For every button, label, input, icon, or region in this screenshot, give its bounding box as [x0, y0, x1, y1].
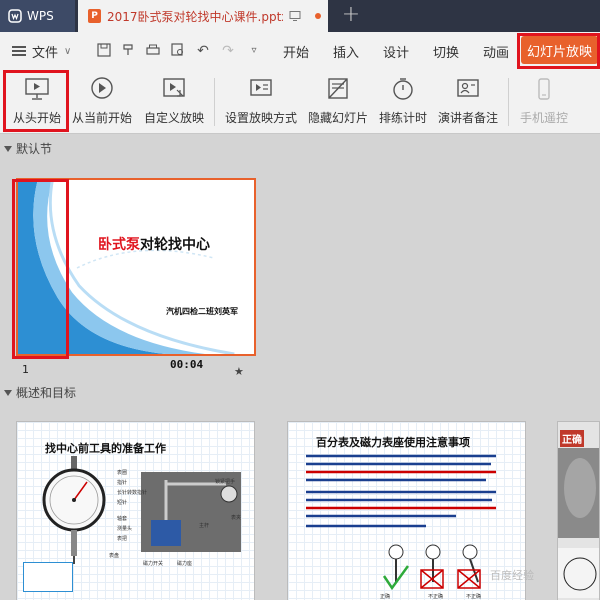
redo-icon[interactable]: ↷	[220, 43, 236, 59]
wps-logo-icon	[8, 9, 22, 23]
slideshow-settings-label: 设置放映方式	[224, 111, 297, 125]
separator	[508, 78, 509, 126]
undo-icon[interactable]: ↶	[195, 43, 211, 59]
ribbon-toolbar: 从头开始 从当前开始 自定义放映 设置放映方式 隐藏幻灯片 排练计时 演讲者备注…	[0, 70, 600, 134]
print-icon[interactable]	[145, 43, 161, 59]
slide-2-title: 找中心前工具的准备工作	[45, 442, 166, 455]
unsaved-dot-icon	[315, 13, 321, 19]
slide-1-subtitle: 汽机四检二班刘英军	[166, 307, 238, 316]
hide-slide-icon	[328, 78, 348, 99]
new-tab-button[interactable]: +	[340, 4, 362, 26]
document-tab[interactable]: P 2017卧式泵对轮找中心课件.pptx	[78, 0, 328, 32]
tab-design[interactable]: 设计	[383, 32, 409, 70]
slide-thumbnail-4[interactable]: 正确	[557, 421, 600, 600]
spec-box	[23, 562, 73, 592]
custom-show-label: 自定义放映	[143, 111, 204, 125]
monitor-icon[interactable]	[289, 10, 301, 22]
slide-2-label: 短针	[117, 500, 128, 506]
slide-2-label: 表盘	[109, 553, 120, 559]
phone-remote-button[interactable]: 手机遥控	[514, 70, 574, 134]
tab-start[interactable]: 开始	[283, 32, 309, 70]
slide-thumbnail-2[interactable]: 找中心前工具的准备工作 表圈 指针 长针转数指针 短针 轴套 测量头 表把 表盘…	[16, 421, 255, 600]
section-overview-label: 概述和目标	[16, 386, 77, 400]
slide-timing: 00:04	[170, 358, 204, 371]
watermark: 百度经验	[490, 569, 534, 582]
slide-1-title-red: 卧式泵	[98, 237, 140, 253]
slide-1-title: 卧式泵对轮找中心	[98, 234, 210, 254]
slide-3-mark: 不正确	[428, 594, 444, 600]
wps-home-tab[interactable]: WPS	[0, 0, 75, 32]
slide-number: 1	[22, 363, 29, 376]
slide-2-label: 长针转数指针	[117, 490, 148, 496]
separator	[214, 78, 215, 126]
highlight-box	[517, 33, 600, 69]
app-name: WPS	[27, 9, 54, 23]
slide-2-label: 表夹	[231, 515, 242, 521]
file-menu-button[interactable]: 文件 ∨	[12, 32, 71, 70]
slide-2-label: 主杆	[199, 523, 210, 529]
customize-toolbar-icon[interactable]: ▿	[246, 43, 262, 59]
slide-1-title-rest: 对轮找中心	[140, 237, 210, 253]
play-from-current-label: 从当前开始	[71, 111, 132, 125]
speaker-notes-icon	[457, 79, 479, 97]
collapse-triangle-icon[interactable]	[4, 389, 12, 396]
custom-show-button[interactable]: 自定义放映	[142, 70, 206, 134]
speaker-notes-button[interactable]: 演讲者备注	[434, 70, 502, 134]
slide-2-label: 表把	[117, 536, 128, 542]
slide-2-label: 指针	[117, 480, 128, 486]
section-overview[interactable]: 概述和目标	[4, 384, 76, 401]
hide-slide-button[interactable]: 隐藏幻灯片	[304, 70, 372, 134]
slide-2-label: 磁力座	[177, 561, 193, 567]
play-from-current-button[interactable]: 从当前开始	[70, 70, 134, 134]
slideshow-settings-button[interactable]: 设置放映方式	[222, 70, 300, 134]
save-icon[interactable]	[96, 43, 112, 59]
phone-remote-icon	[538, 78, 550, 100]
title-tab-bar: WPS P 2017卧式泵对轮找中心课件.pptx +	[0, 0, 600, 32]
pipe-photo-image	[558, 448, 599, 598]
tab-insert[interactable]: 插入	[333, 32, 359, 70]
highlight-box	[3, 70, 69, 132]
section-default-label: 默认节	[16, 142, 53, 156]
slide-2-label: 磁力开关	[143, 561, 164, 567]
slideshow-settings-icon	[250, 79, 272, 96]
phone-remote-label: 手机遥控	[519, 111, 568, 125]
slide-2-label: 轴套	[117, 516, 128, 522]
section-default[interactable]: 默认节	[4, 140, 52, 157]
slide-3-mark: 不正确	[466, 594, 482, 600]
presentation-file-icon: P	[88, 9, 101, 23]
slide-4-title: 正确	[560, 430, 584, 447]
dial-indicator-image	[42, 456, 106, 564]
tab-animation[interactable]: 动画	[483, 32, 509, 70]
slide-3-mark: 正确	[380, 594, 391, 600]
print-preview-icon[interactable]	[170, 43, 186, 59]
rehearse-timing-label: 排练计时	[378, 111, 427, 125]
hamburger-icon	[12, 46, 26, 56]
play-from-current-icon	[91, 77, 113, 99]
hide-slide-label: 隐藏幻灯片	[307, 111, 368, 125]
rehearse-timing-button[interactable]: 排练计时	[376, 70, 430, 134]
text-lines	[306, 454, 496, 528]
tab-transition[interactable]: 切换	[433, 32, 459, 70]
highlight-box	[12, 179, 69, 359]
document-title: 2017卧式泵对轮找中心课件.pptx	[107, 9, 283, 24]
file-menu-label: 文件	[32, 45, 59, 61]
slide-sorter-pane: 默认节 卧式泵对轮找中心 汽机四检二班刘英军 1 00:04 ★ 概述和目标 找…	[0, 135, 600, 600]
slide-2-label: 测量头	[117, 526, 133, 532]
animation-star-icon: ★	[234, 365, 244, 378]
speaker-notes-label: 演讲者备注	[437, 111, 498, 125]
rehearse-timing-icon	[393, 78, 413, 100]
slide-3-title: 百分表及磁力表座使用注意事项	[316, 436, 470, 449]
chevron-down-icon: ∨	[64, 45, 72, 57]
menu-bar: 文件 ∨ ↶ ↷ ▿ 开始 插入 设计 切换 动画	[0, 32, 600, 70]
custom-show-icon	[163, 78, 185, 97]
usage-illustration	[382, 544, 481, 591]
slide-2-label: 锁紧把手	[215, 479, 236, 485]
collapse-triangle-icon[interactable]	[4, 145, 12, 152]
slide-2-label: 表圈	[117, 470, 128, 476]
format-painter-icon[interactable]	[120, 43, 136, 59]
